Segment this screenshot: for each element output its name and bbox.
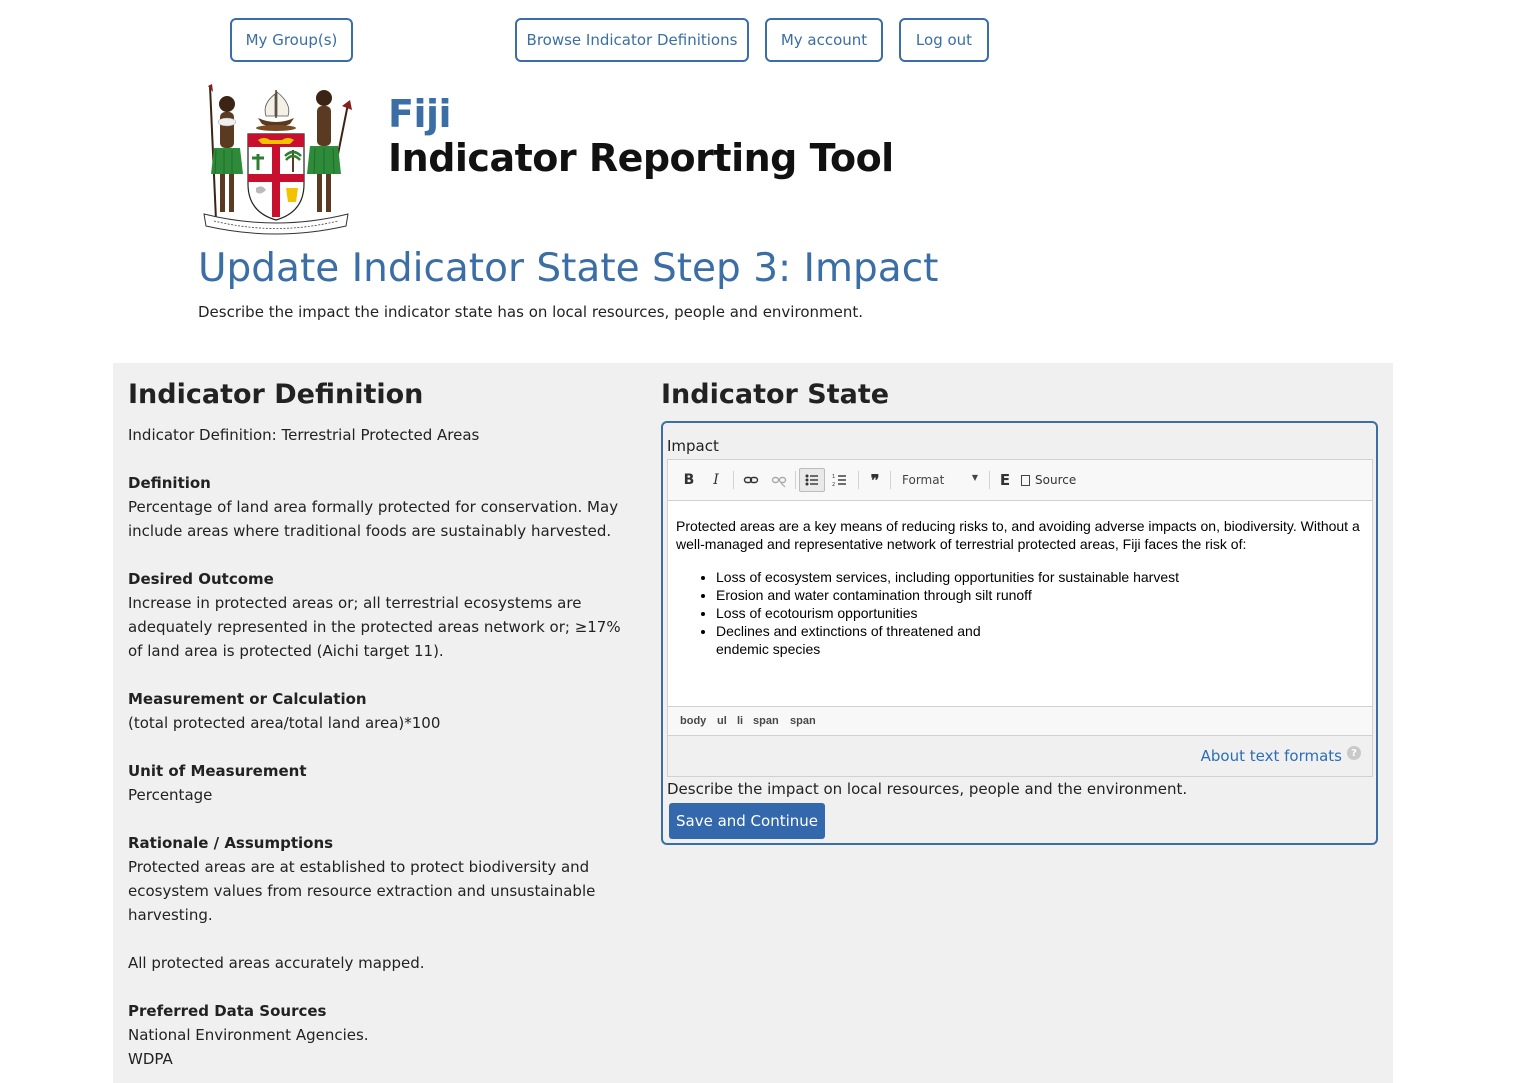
about-text-formats-link[interactable]: About text formats	[1201, 747, 1342, 765]
page-description: Describe the impact the indicator state …	[198, 303, 863, 321]
svg-text:1: 1	[832, 474, 835, 480]
format-dropdown-label: Format	[902, 473, 945, 487]
source-button[interactable]: Source	[1021, 468, 1083, 492]
path-crumb[interactable]: ul	[717, 715, 727, 727]
my-account-button[interactable]: My account	[765, 18, 883, 62]
desired-outcome-label: Desired Outcome	[128, 570, 274, 588]
numbered-list-icon[interactable]: 12	[828, 468, 852, 492]
main-panel: Indicator Definition Indicator Definitio…	[113, 363, 1393, 1083]
log-out-button[interactable]: Log out	[899, 18, 989, 62]
path-crumb[interactable]: span	[753, 715, 779, 727]
list-item: Erosion and water contamination through …	[716, 586, 1364, 604]
definition-text: Percentage of land area formally protect…	[128, 498, 619, 540]
impact-text-area[interactable]: Protected areas are a key means of reduc…	[668, 501, 1372, 706]
browse-indicator-definitions-button[interactable]: Browse Indicator Definitions	[515, 18, 749, 62]
site-name[interactable]: Fiji	[388, 92, 452, 136]
indicator-definition-body: Indicator Definition: Terrestrial Protec…	[128, 423, 633, 1071]
indicator-state-form: Impact B I 12 ❞ Format ▼ E Source Protec…	[661, 421, 1378, 845]
editor-toolbar: B I 12 ❞ Format ▼ E Source	[668, 460, 1372, 501]
source-icon	[1021, 474, 1030, 486]
indicator-definition-heading: Indicator Definition	[128, 379, 424, 410]
impact-field-label: Impact	[667, 437, 719, 455]
path-crumb[interactable]: li	[737, 715, 743, 727]
embed-button[interactable]: E	[994, 468, 1016, 492]
desired-outcome-text: Increase in protected areas or; all terr…	[128, 594, 621, 660]
path-crumb[interactable]: body	[680, 715, 706, 727]
path-crumb[interactable]: span	[790, 715, 816, 727]
source-button-label: Source	[1035, 473, 1077, 487]
impact-field-description: Describe the impact on local resources, …	[667, 780, 1188, 798]
impact-paragraph: Protected areas are a key means of reduc…	[676, 518, 1360, 552]
my-groups-button[interactable]: My Group(s)	[230, 18, 353, 62]
definition-label: Definition	[128, 474, 211, 492]
element-path-bar: body ul li span span	[668, 706, 1372, 736]
impact-list: Loss of ecosystem services, including op…	[676, 568, 1364, 658]
unit-text: Percentage	[128, 786, 213, 804]
data-source-item: National Environment Agencies.	[128, 1026, 369, 1044]
list-item: Loss of ecosystem services, including op…	[716, 568, 1364, 586]
fiji-coat-of-arms-logo[interactable]	[200, 84, 352, 236]
measurement-text: (total protected area/total land area)*1…	[128, 714, 441, 732]
data-source-item: WDPA	[128, 1050, 173, 1068]
bulleted-list-icon[interactable]	[799, 468, 825, 492]
impact-rich-text-editor: B I 12 ❞ Format ▼ E Source Protected are…	[667, 459, 1373, 777]
format-dropdown[interactable]: Format ▼	[896, 468, 984, 492]
rationale-label: Rationale / Assumptions	[128, 834, 334, 852]
rationale-note: All protected areas accurately mapped.	[128, 954, 425, 972]
list-item: Declines and extinctions of threatened a…	[716, 622, 1006, 658]
unlink-icon[interactable]	[767, 468, 791, 492]
measurement-label: Measurement or Calculation	[128, 690, 367, 708]
indicator-state-heading: Indicator State	[661, 379, 890, 410]
text-formats-row: About text formats ?	[668, 736, 1372, 776]
bold-button[interactable]: B	[678, 468, 700, 492]
page-title: Update Indicator State Step 3: Impact	[198, 246, 939, 291]
save-and-continue-button[interactable]: Save and Continue	[669, 803, 825, 839]
data-sources-label: Preferred Data Sources	[128, 1002, 327, 1020]
rationale-text: Protected areas are at established to pr…	[128, 858, 596, 924]
svg-text:2: 2	[832, 482, 835, 488]
chevron-down-icon: ▼	[971, 473, 978, 482]
help-icon[interactable]: ?	[1347, 746, 1361, 760]
list-item: Loss of ecotourism opportunities	[716, 604, 1364, 622]
definition-intro: Indicator Definition: Terrestrial Protec…	[128, 426, 480, 444]
blockquote-icon[interactable]: ❞	[863, 468, 887, 492]
italic-button[interactable]: I	[705, 468, 727, 492]
unit-label: Unit of Measurement	[128, 762, 307, 780]
site-slogan: Indicator Reporting Tool	[388, 136, 894, 180]
link-icon[interactable]	[739, 468, 763, 492]
